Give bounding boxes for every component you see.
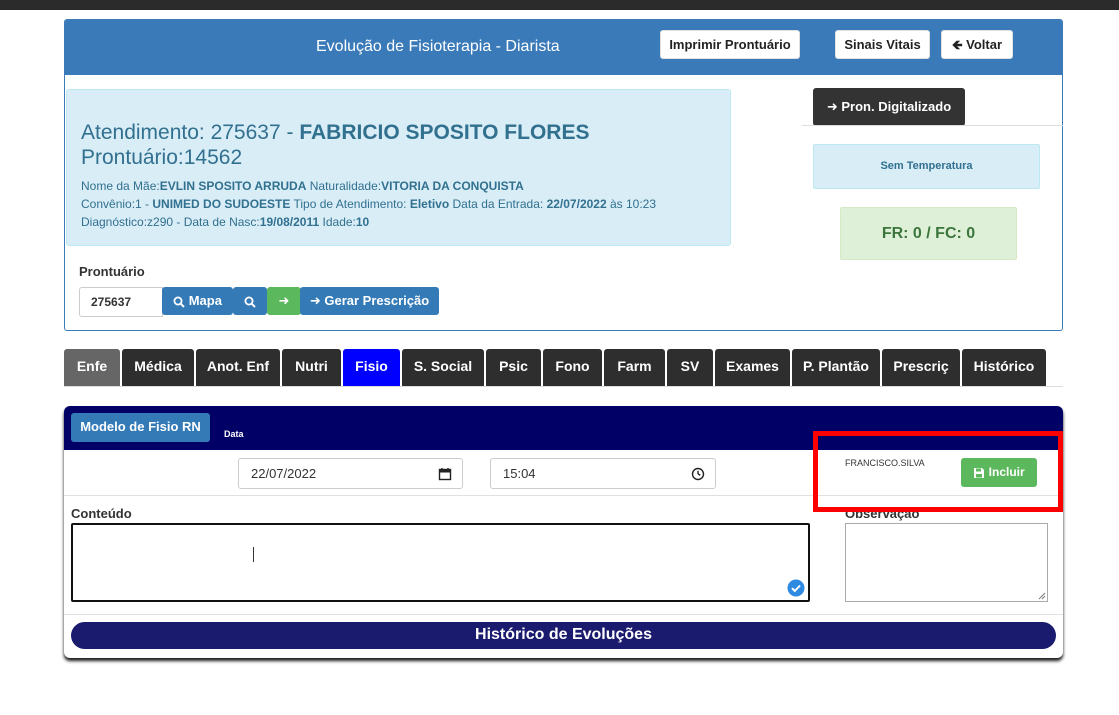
tab-anot-enf[interactable]: Anot. Enf [196,349,280,386]
tabs-divider [64,386,1063,387]
diagnosis-label: Diagnóstico:z290 - Data de Nasc: [81,215,260,229]
tab-prescric[interactable]: Prescriç [882,349,960,386]
temperature-status: Sem Temperatura [813,144,1040,189]
browser-top-bar [0,0,1119,10]
divider [802,125,1063,126]
generate-prescription-label: Gerar Prescrição [324,293,430,308]
back-button[interactable]: 🡸 Voltar [941,30,1013,59]
mother-label: Nome da Mãe: [81,179,160,193]
time-value: 15:04 [503,466,536,481]
tab-fisio[interactable]: Fisio [343,349,400,386]
content-label: Conteúdo [71,506,132,521]
date-value: 22/07/2022 [251,466,317,481]
tab-s-social[interactable]: S. Social [402,349,484,386]
spellcheck-check-icon[interactable] [787,579,805,597]
age-label: Idade: [319,215,356,229]
patient-name: FABRICIO SPOSITO FLORES [299,121,590,144]
resize-grip-icon[interactable] [1038,592,1046,600]
search-icon [173,296,185,308]
map-button[interactable]: Mapa [162,287,233,315]
module-tabs: Enfe Médica Anot. Enf Nutri Fisio S. Soc… [64,349,1063,387]
arrow-right-icon: ➜ [309,293,321,308]
print-record-button[interactable]: Imprimir Prontuário [660,30,800,59]
evolution-history-bar[interactable]: Histórico de Evoluções [71,622,1056,649]
entry-date-value: 22/07/2022 [546,197,607,211]
diagnosis-line: Diagnóstico:z290 - Data de Nasc:19/08/20… [81,215,369,229]
time-input[interactable]: 15:04 [490,458,716,489]
insurance-value: UNIMED DO SUDOESTE [152,197,291,211]
divider [64,614,1063,615]
birthplace-value: VITORIA DA CONQUISTA [381,179,524,193]
prontuario-input[interactable]: 275637 [79,287,163,317]
date-input[interactable]: 22/07/2022 [238,458,463,489]
mother-line: Nome da Mãe:EVLIN SPOSITO ARRUDA Natural… [81,179,524,193]
tab-fono[interactable]: Fono [543,349,602,386]
vitals-status: FR: 0 / FC: 0 [840,207,1017,260]
tab-p-plantao[interactable]: P. Plantão [792,349,880,386]
tab-enfe[interactable]: Enfe [64,349,120,386]
save-icon [973,467,985,479]
panel-header: Evolução de Fisioterapia - Diarista Impr… [65,20,1062,75]
tab-psic[interactable]: Psic [486,349,541,386]
observation-textarea[interactable] [845,523,1048,602]
back-button-label: Voltar [966,37,1003,52]
tab-exames[interactable]: Exames [715,349,790,386]
professional-user: FRANCISCO.SILVA [845,458,925,468]
tab-medica[interactable]: Médica [122,349,194,386]
include-button-label: Incluir [988,465,1025,479]
vital-signs-button[interactable]: Sinais Vitais [835,30,930,59]
digitized-record-button[interactable]: ➜ Pron. Digitalizado [813,88,965,126]
search-icon [244,296,256,308]
age-value: 10 [355,215,370,229]
generate-prescription-button[interactable]: ➜ Gerar Prescrição [300,287,439,315]
birthplace-label: Naturalidade: [306,179,382,193]
arrow-right-icon: ➜ [278,293,290,308]
attendance-type-label: Tipo de Atendimento: [290,197,410,211]
prontuario-label: Prontuário [79,264,145,279]
entry-time: às 10:23 [606,197,657,211]
insurance-label: Convênio:1 - [81,197,153,211]
evolution-form: Modelo de Fisio RN Data 22/07/2022 15:04… [64,406,1063,658]
digitized-record-label: Pron. Digitalizado [841,99,952,114]
arrow-right-icon: ➜ [826,99,838,114]
search-button[interactable] [233,287,267,315]
patient-panel: Evolução de Fisioterapia - Diarista Impr… [64,19,1063,331]
map-button-label: Mapa [188,293,222,308]
atendimento-number: Atendimento: 275637 - [81,121,300,144]
observation-label: Observação [845,506,920,521]
form-header: Modelo de Fisio RN Data [64,406,1063,450]
text-cursor [253,547,254,562]
model-fisio-rn-button[interactable]: Modelo de Fisio RN [71,413,210,442]
arrow-left-icon: 🡸 [951,37,963,52]
tab-farm[interactable]: Farm [604,349,665,386]
mother-name: EVLIN SPOSITO ARRUDA [159,179,307,193]
include-button[interactable]: Incluir [961,458,1037,487]
date-label: Data [224,429,244,439]
clock-icon[interactable] [691,467,705,481]
divider [64,495,1063,496]
calendar-icon[interactable] [438,467,452,481]
attendance-type-value: Eletivo [409,197,450,211]
go-button[interactable]: ➜ [267,287,301,315]
atendimento-line: Atendimento: 275637 - FABRICIO SPOSITO F… [81,121,589,145]
birth-date-value: 19/08/2011 [259,215,320,229]
patient-info-box: Atendimento: 275637 - FABRICIO SPOSITO F… [66,89,731,246]
prontuario-number: Prontuário:14562 [81,146,243,169]
insurance-line: Convênio:1 - UNIMED DO SUDOESTE Tipo de … [81,197,656,211]
tab-historico[interactable]: Histórico [962,349,1046,386]
entry-date-label: Data da Entrada: [449,197,547,211]
tab-sv[interactable]: SV [667,349,713,386]
tab-nutri[interactable]: Nutri [282,349,341,386]
content-textarea[interactable] [71,523,810,602]
